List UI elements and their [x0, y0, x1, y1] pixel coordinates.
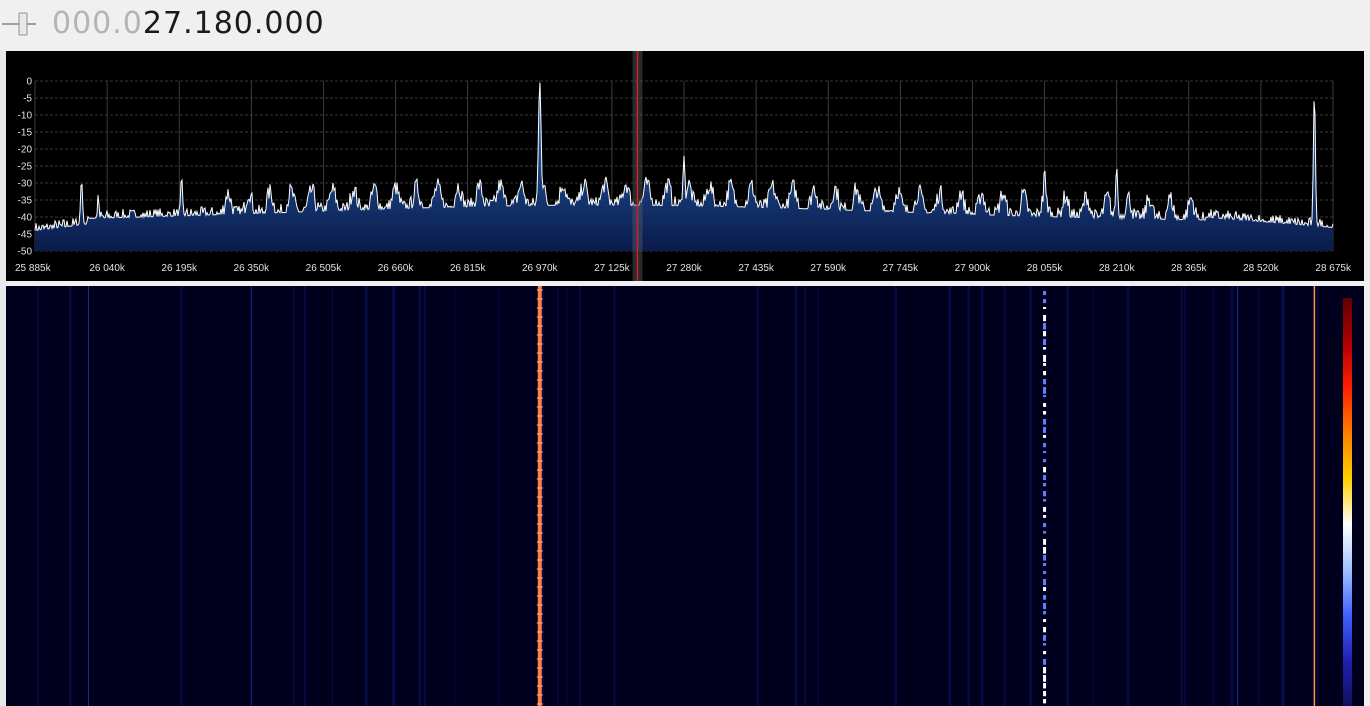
frequency-tick-label: 26 195k [161, 263, 198, 274]
waterfall-intermittent-signal [1043, 587, 1047, 592]
waterfall-plot[interactable] [6, 286, 1364, 706]
waterfall-intermittent-signal [1043, 531, 1047, 534]
waterfall-intermittent-signal [1043, 363, 1047, 366]
waterfall-intermittent-signal [1043, 491, 1047, 497]
frequency-tick-label: 26 815k [450, 263, 487, 274]
frequency-significant-digits[interactable]: 27.180.000 [143, 6, 325, 41]
waterfall-intermittent-signal [1043, 651, 1047, 655]
waterfall-intermittent-signal [1043, 579, 1047, 586]
waterfall-intermittent-signal [1043, 539, 1047, 545]
frequency-tick-label: 27 590k [810, 263, 847, 274]
db-tick-label: -10 [18, 111, 33, 122]
waterfall-intermittent-signal [1043, 355, 1047, 362]
waterfall-intermittent-signal [1043, 571, 1047, 575]
db-tick-label: -50 [18, 247, 33, 258]
waterfall-intermittent-signal [1043, 427, 1047, 433]
db-tick-label: -35 [18, 196, 33, 207]
frequency-axis: 25 885k 26 040k 26 195k 26 350k 26 505k 26 66… [15, 263, 1352, 274]
waterfall-intermittent-signal [1043, 483, 1047, 487]
frequency-tick-label: 26 970k [522, 263, 559, 274]
waterfall-intermittent-signal [1043, 379, 1047, 385]
waterfall-intermittent-signal [1043, 611, 1047, 615]
db-tick-label: -5 [23, 94, 32, 105]
waterfall-intermittent-signal [1043, 347, 1047, 350]
waterfall-intermittent-signal [1043, 307, 1047, 310]
waterfall-intermittent-signal [1043, 435, 1047, 438]
spectrum-panel[interactable]: 0 -5 -10 -15 -20 -25 -30 -35 -40 -45 -50 25 885k 26… [6, 51, 1364, 281]
waterfall-intermittent-signal [1043, 675, 1047, 682]
db-tick-label: -25 [18, 162, 33, 173]
frequency-tick-label: 27 745k [883, 263, 920, 274]
frequency-tick-label: 27 900k [955, 263, 992, 274]
waterfall-intermittent-signal [1043, 403, 1047, 407]
frequency-tick-label: 28 520k [1243, 263, 1280, 274]
waterfall-intermittent-signal [1043, 499, 1047, 502]
waterfall-intermittent-signal [1043, 443, 1047, 448]
waterfall-intermittent-signal [1043, 331, 1047, 337]
waterfall-intermittent-signal [1043, 475, 1047, 481]
frequency-tick-label: 26 660k [378, 263, 415, 274]
colorbar-gradient [1343, 298, 1352, 706]
waterfall-intermittent-signal [1043, 371, 1047, 376]
db-tick-label: -20 [18, 145, 33, 156]
waterfall-intermittent-signal [1043, 451, 1047, 454]
waterfall-intermittent-signal [1043, 667, 1047, 674]
frequency-tick-label: 27 125k [594, 263, 631, 274]
waterfall-intermittent-signal [1043, 635, 1047, 641]
frequency-tick-label: 28 675k [1315, 263, 1352, 274]
waterfall-intermittent-signal [1043, 299, 1047, 304]
waterfall-intermittent-signal [1043, 563, 1047, 567]
frequency-leading-digits[interactable]: 000.0 [52, 6, 143, 41]
db-tick-label: -45 [18, 230, 33, 241]
waterfall-intermittent-signal [1043, 683, 1047, 689]
frequency-tick-label: 27 435k [738, 263, 775, 274]
waterfall-intermittent-signal [1043, 699, 1047, 704]
waterfall-intermittent-signal [1043, 515, 1047, 518]
waterfall-intermittent-signal [1043, 291, 1047, 296]
waterfall-intermittent-signal [1043, 467, 1047, 473]
waterfall-intermittent-signal [1043, 619, 1047, 623]
waterfall-intermittent-signal [1043, 595, 1047, 600]
waterfall-intermittent-signal [1043, 387, 1047, 394]
db-axis: 0 -5 -10 -15 -20 -25 -30 -35 -40 -45 -50 [18, 77, 33, 258]
frequency-display[interactable]: 000.027.180.000 [52, 5, 325, 43]
slider-thumb[interactable] [18, 12, 28, 36]
waterfall-panel[interactable] [6, 286, 1364, 706]
spectrum-plot[interactable]: 0 -5 -10 -15 -20 -25 -30 -35 -40 -45 -50 25 885k 26… [6, 51, 1364, 281]
waterfall-intermittent-signal [1043, 419, 1047, 425]
waterfall-intermittent-signal [1043, 643, 1047, 646]
db-tick-label: 0 [26, 77, 32, 88]
frequency-slider[interactable] [2, 10, 36, 38]
frequency-tick-label: 27 280k [666, 263, 703, 274]
toolbar: 000.027.180.000 [0, 0, 1370, 50]
frequency-tick-label: 26 505k [306, 263, 343, 274]
waterfall-intermittent-signal [1043, 691, 1047, 697]
frequency-tick-label: 26 040k [89, 263, 126, 274]
waterfall-intermittent-signal [1043, 603, 1047, 610]
db-tick-label: -40 [18, 213, 33, 224]
waterfall-intermittent-signal [1043, 339, 1047, 346]
db-tick-label: -15 [18, 128, 33, 139]
waterfall-intermittent-signal [1043, 395, 1047, 398]
frequency-tick-label: 25 885k [15, 263, 52, 274]
waterfall-intermittent-signal [1043, 627, 1047, 633]
waterfall-intermittent-signal [1043, 459, 1047, 463]
waterfall-intermittent-signal [1043, 411, 1047, 415]
waterfall-intermittent-signal [1043, 323, 1047, 330]
frequency-tick-label: 28 210k [1099, 263, 1136, 274]
waterfall-intermittent-signal [1043, 523, 1047, 528]
frequency-tick-label: 28 365k [1171, 263, 1208, 274]
db-tick-label: -30 [18, 179, 33, 190]
waterfall-intermittent-signal [1043, 315, 1047, 322]
waterfall-intermittent-signal [1043, 555, 1047, 561]
waterfall-intermittent-signal [1043, 547, 1047, 554]
frequency-tick-label: 28 055k [1027, 263, 1064, 274]
waterfall-intermittent-signal [1043, 659, 1047, 665]
waterfall-intermittent-signal [1043, 507, 1047, 512]
waterfall-colorbar [1343, 298, 1352, 706]
frequency-tick-label: 26 350k [234, 263, 271, 274]
